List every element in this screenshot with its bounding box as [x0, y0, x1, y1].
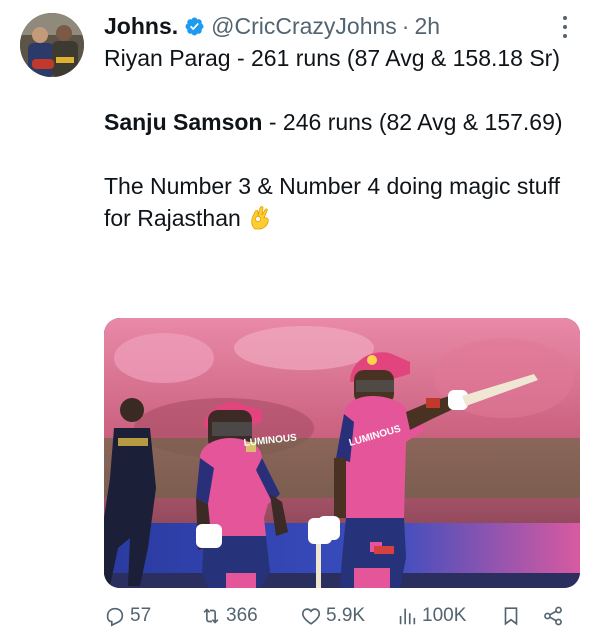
- reply-count: 57: [130, 605, 152, 626]
- author-avatar[interactable]: [20, 13, 84, 77]
- ok-hand-icon: [251, 206, 269, 230]
- cricket-photo: LUMINOUS LUMINOUS: [104, 318, 580, 588]
- tweet-actions: 57 366 5.9K 100K: [104, 598, 580, 634]
- more-options-icon[interactable]: [557, 14, 573, 40]
- separator-dot: ·: [401, 12, 410, 39]
- like-button[interactable]: 5.9K: [300, 605, 365, 627]
- tweet-line-parag: Riyan Parag - 261 runs (87 Avg & 158.18 …: [104, 45, 561, 71]
- author-handle[interactable]: @CricCrazyJohns: [211, 13, 397, 40]
- tweet-text: Riyan Parag - 261 runs (87 Avg & 158.18 …: [104, 42, 574, 234]
- reply-icon: [106, 607, 124, 627]
- magic-text: The Number 3 & Number 4 doing magic stuf…: [104, 173, 560, 231]
- author-name[interactable]: Johns.: [104, 13, 178, 40]
- samson-stats: - 246 runs (82 Avg & 157.69): [262, 109, 563, 135]
- heart-icon: [301, 608, 321, 625]
- tweet-header: Johns. @CricCrazyJohns · 2h: [104, 10, 554, 42]
- verified-badge-icon[interactable]: [184, 16, 205, 37]
- views-button[interactable]: 100K: [396, 605, 466, 627]
- retweet-icon: [203, 608, 219, 624]
- bookmark-icon: [504, 607, 518, 626]
- share-icon: [544, 606, 562, 626]
- player-name-bold: Sanju Samson: [104, 109, 263, 135]
- share-button[interactable]: [542, 605, 564, 627]
- bookmark-button[interactable]: [500, 605, 522, 627]
- tweet-image[interactable]: LUMINOUS LUMINOUS: [104, 318, 580, 588]
- tweet-line-magic: The Number 3 & Number 4 doing magic stuf…: [104, 170, 574, 234]
- views-count: 100K: [422, 605, 467, 626]
- tweet-timestamp[interactable]: 2h: [414, 13, 440, 40]
- tweet: Johns. @CricCrazyJohns · 2h Riyan Parag …: [0, 0, 600, 642]
- retweet-button[interactable]: 366: [200, 605, 258, 627]
- analytics-icon: [399, 608, 416, 625]
- avatar-image: [20, 13, 84, 77]
- reply-button[interactable]: 57: [104, 605, 151, 627]
- retweet-count: 366: [226, 605, 258, 626]
- like-count: 5.9K: [326, 605, 366, 626]
- tweet-line-samson: Sanju Samson - 246 runs (82 Avg & 157.69…: [104, 106, 574, 138]
